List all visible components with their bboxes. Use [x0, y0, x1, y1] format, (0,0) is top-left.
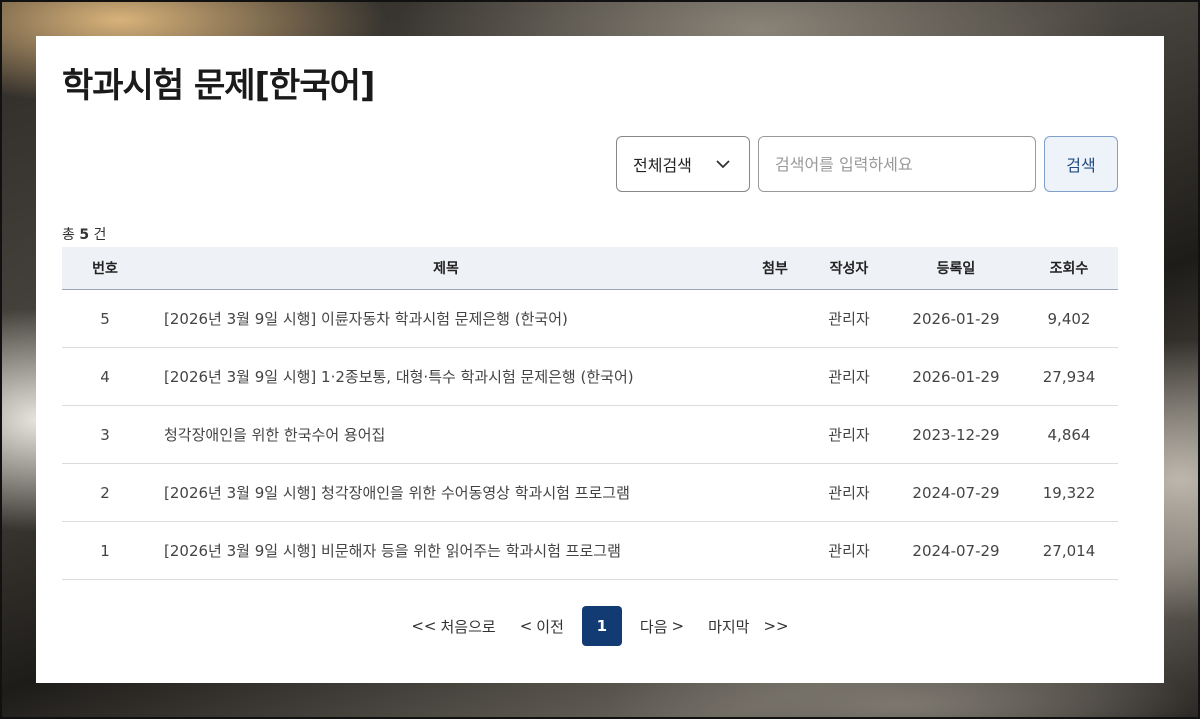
post-title-link[interactable]: [2026년 3월 9일 시행] 이륜자동차 학과시험 문제은행 (한국어) [148, 289, 744, 348]
first-page-link[interactable]: << 처음으로 [411, 616, 495, 637]
row-attach [744, 347, 806, 406]
total-count-suffix: 건 [93, 227, 107, 243]
next-page-link[interactable]: 다음 > [640, 616, 684, 637]
search-scope-select[interactable]: 전체검색 [616, 136, 750, 192]
row-num: 2 [62, 463, 148, 522]
board-panel: 학과시험 문제[한국어] 전체검색 검색 총 5 건 번호 제목 첨부 작성자 … [36, 36, 1164, 683]
row-num: 4 [62, 347, 148, 406]
prev-page-label: 이전 [536, 617, 564, 636]
row-author: 관리자 [806, 521, 892, 580]
header-date: 등록일 [892, 247, 1020, 290]
row-views: 4,864 [1020, 405, 1118, 464]
chevron-left-icon: < [519, 617, 533, 635]
chevron-right-icon: > [671, 617, 685, 635]
row-date: 2023-12-29 [892, 405, 1020, 464]
row-views: 27,934 [1020, 347, 1118, 406]
double-chevron-right-icon: >> [763, 617, 789, 635]
post-title-link[interactable]: 청각장애인을 위한 한국수어 용어집 [148, 405, 744, 464]
post-title-link[interactable]: [2026년 3월 9일 시행] 청각장애인을 위한 수어동영상 학과시험 프로… [148, 463, 744, 522]
page-number-current[interactable]: 1 [581, 606, 622, 646]
row-views: 27,014 [1020, 521, 1118, 580]
row-views: 9,402 [1020, 289, 1118, 348]
total-count-prefix: 총 [62, 227, 75, 243]
post-title-link[interactable]: [2026년 3월 9일 시행] 1·2종보통, 대형·특수 학과시험 문제은행… [148, 347, 744, 406]
table-row[interactable]: 1 [2026년 3월 9일 시행] 비문해자 등을 위한 읽어주는 학과시험 … [62, 521, 1118, 580]
total-count: 총 5 건 [62, 224, 106, 244]
header-title: 제목 [148, 247, 744, 290]
row-attach [744, 289, 806, 348]
row-author: 관리자 [806, 347, 892, 406]
row-date: 2026-01-29 [892, 347, 1020, 406]
row-views: 19,322 [1020, 463, 1118, 522]
header-attach: 첨부 [744, 247, 806, 290]
first-page-label: 처음으로 [440, 617, 496, 636]
row-num: 5 [62, 289, 148, 348]
row-date: 2024-07-29 [892, 521, 1020, 580]
header-views: 조회수 [1020, 247, 1118, 290]
table-row[interactable]: 3 청각장애인을 위한 한국수어 용어집 관리자 2023-12-29 4,86… [62, 405, 1118, 464]
table-row[interactable]: 2 [2026년 3월 9일 시행] 청각장애인을 위한 수어동영상 학과시험 … [62, 463, 1118, 522]
chevron-down-icon [716, 160, 730, 169]
table-header-row: 번호 제목 첨부 작성자 등록일 조회수 [62, 247, 1118, 290]
search-bar: 전체검색 검색 [616, 136, 1118, 192]
row-author: 관리자 [806, 289, 892, 348]
row-attach [744, 463, 806, 522]
prev-page-link[interactable]: < 이전 [520, 616, 564, 637]
header-num: 번호 [62, 247, 148, 290]
last-page-link[interactable]: 마지막 >> [708, 616, 789, 637]
table-row[interactable]: 4 [2026년 3월 9일 시행] 1·2종보통, 대형·특수 학과시험 문제… [62, 347, 1118, 406]
page-title: 학과시험 문제[한국어] [62, 66, 375, 106]
row-attach [744, 405, 806, 464]
row-author: 관리자 [806, 405, 892, 464]
row-date: 2024-07-29 [892, 463, 1020, 522]
header-author: 작성자 [806, 247, 892, 290]
next-page-label: 다음 [639, 617, 668, 636]
search-scope-value: 전체검색 [633, 156, 692, 175]
post-table: 번호 제목 첨부 작성자 등록일 조회수 5 [2026년 3월 9일 시행] … [62, 247, 1118, 580]
row-date: 2026-01-29 [892, 289, 1020, 348]
total-count-value: 5 [79, 227, 90, 243]
search-button[interactable]: 검색 [1044, 136, 1118, 192]
post-title-link[interactable]: [2026년 3월 9일 시행] 비문해자 등을 위한 읽어주는 학과시험 프로… [148, 521, 744, 580]
row-author: 관리자 [806, 463, 892, 522]
row-num: 3 [62, 405, 148, 464]
row-attach [744, 521, 806, 580]
double-chevron-left-icon: << [411, 617, 437, 635]
row-num: 1 [62, 521, 148, 580]
last-page-label: 마지막 [708, 617, 750, 636]
table-row[interactable]: 5 [2026년 3월 9일 시행] 이륜자동차 학과시험 문제은행 (한국어)… [62, 289, 1118, 348]
search-input[interactable] [758, 136, 1036, 192]
pagination: << 처음으로 < 이전 1 다음 > 마지막 >> [36, 606, 1164, 646]
